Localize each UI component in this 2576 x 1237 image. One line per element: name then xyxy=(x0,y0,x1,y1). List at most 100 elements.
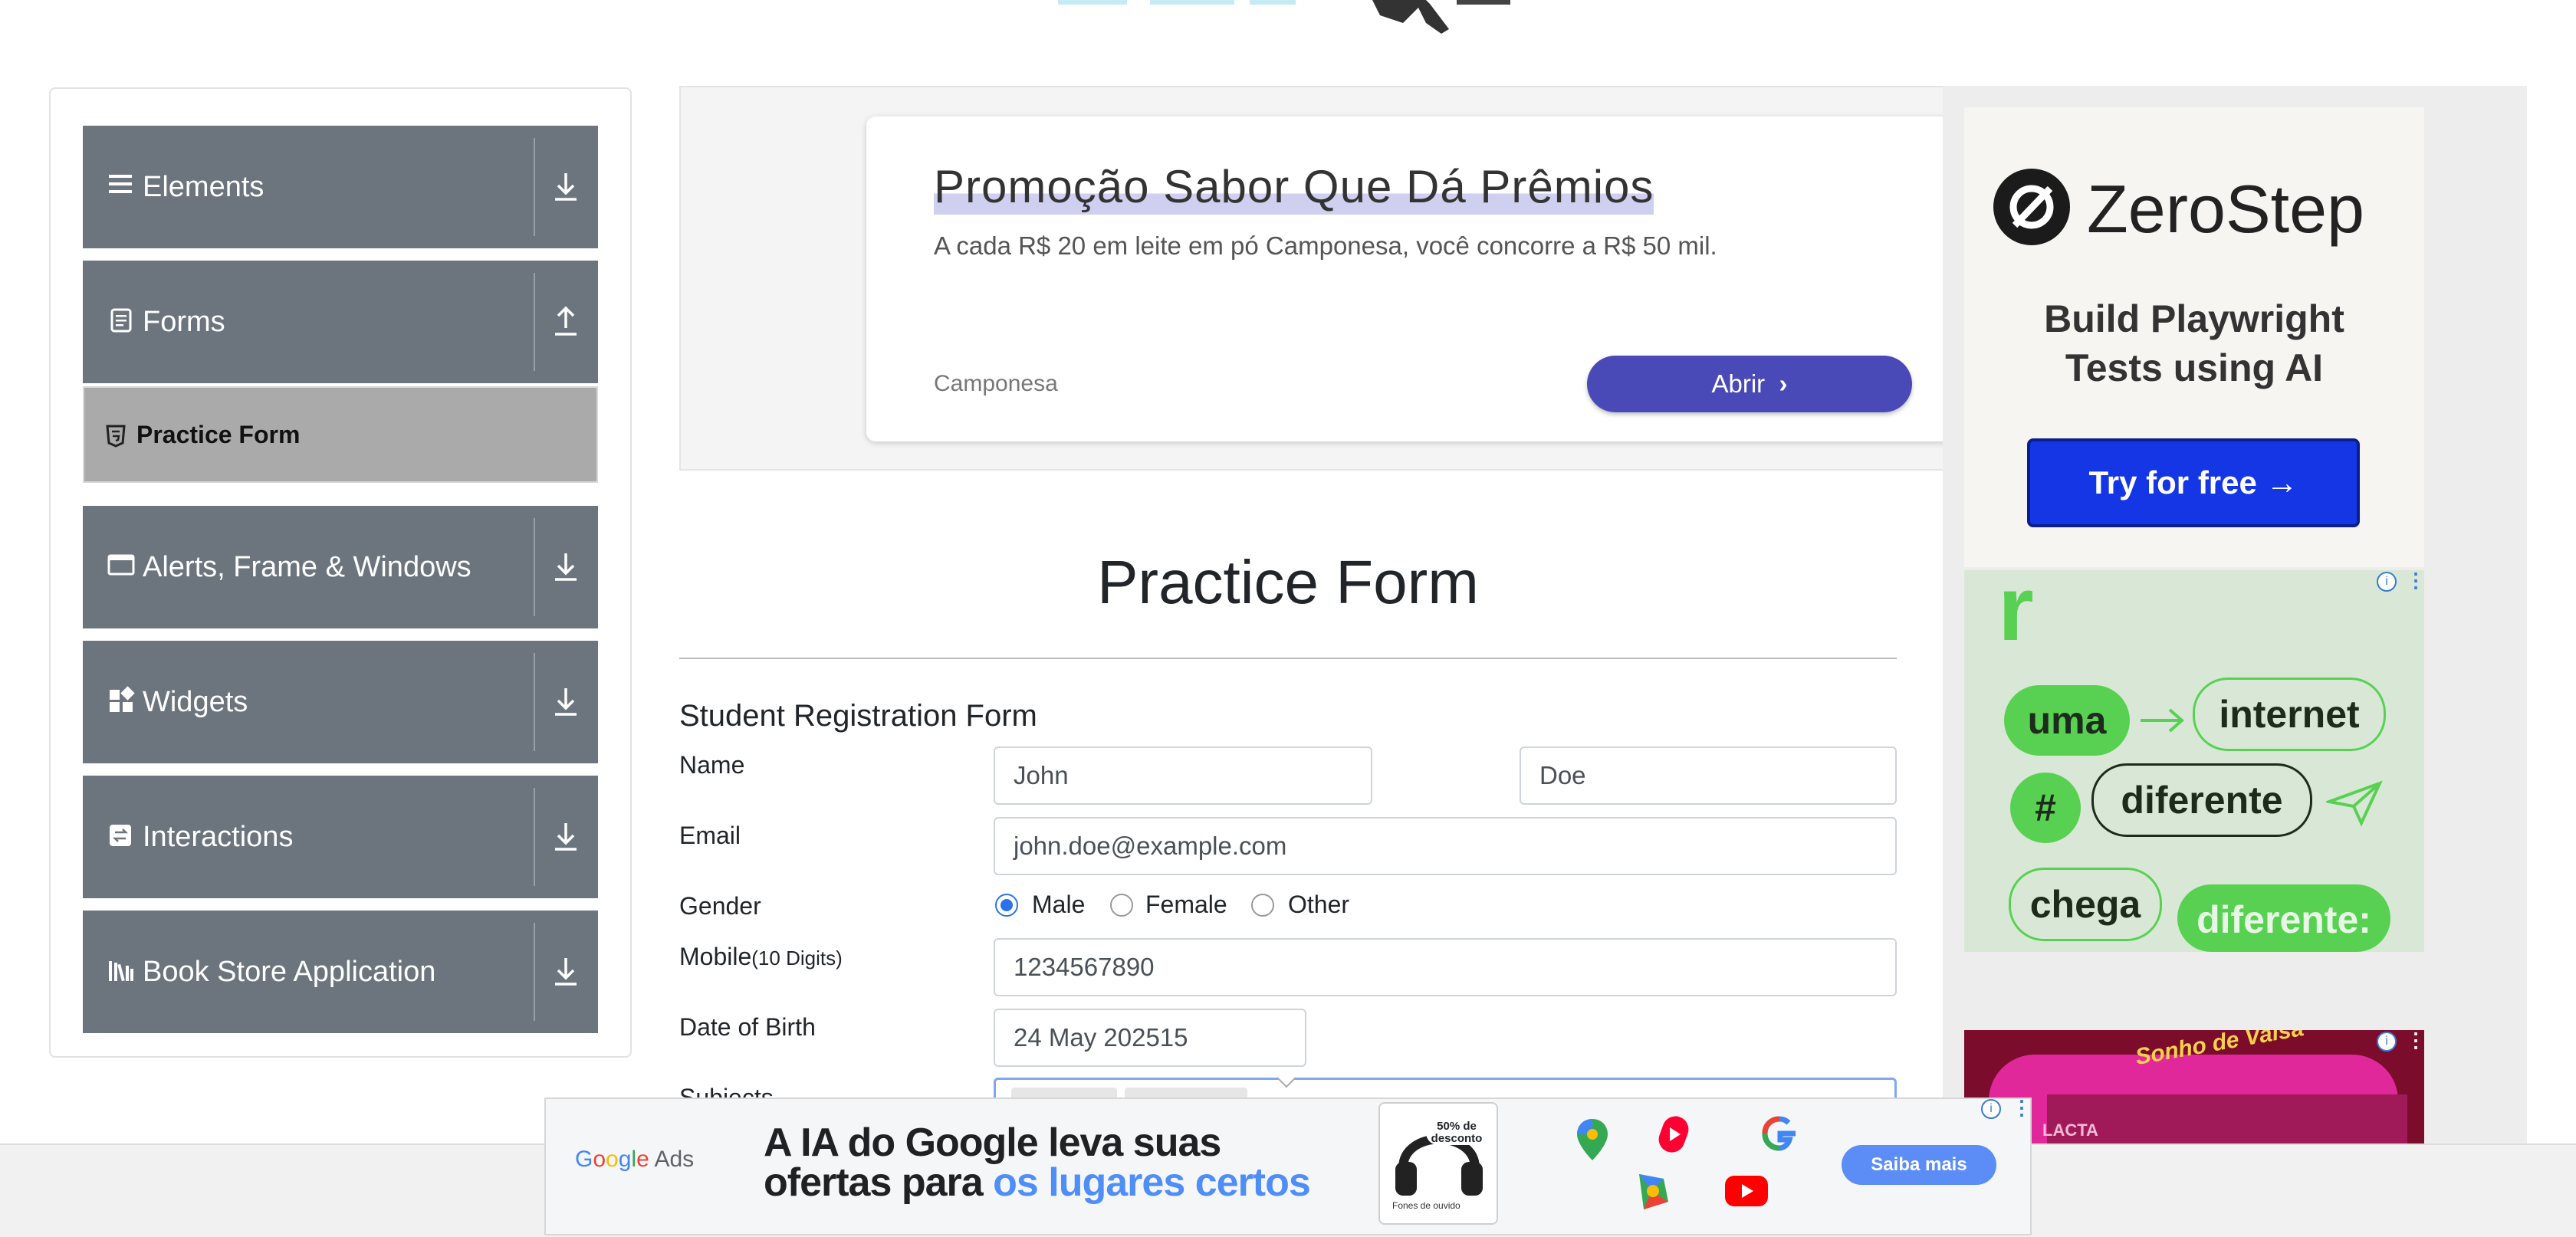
upload-arrow-icon[interactable] xyxy=(544,297,587,346)
bottom-ad-headline-2: ofertas para os lugares certos xyxy=(764,1160,1311,1205)
sidebar-group-elements[interactable]: Elements xyxy=(83,126,598,248)
download-arrow-icon[interactable] xyxy=(544,812,587,861)
ad-description: A cada R$ 20 em leite em pó Camponesa, v… xyxy=(934,231,1717,260)
zerostep-tagline: Build Playwright Tests using AI xyxy=(1964,294,2424,392)
bottom-ad-headline-1: A IA do Google leva suas xyxy=(764,1121,1221,1165)
ad-product-box xyxy=(2047,1094,2407,1143)
ad-info-icon[interactable]: i xyxy=(1981,1099,2001,1119)
divider xyxy=(534,653,535,751)
sidebar-group-book-store[interactable]: Book Store Application xyxy=(83,911,598,1033)
google-g-icon xyxy=(1762,1116,1796,1151)
divider xyxy=(534,273,535,371)
mobile-label: Mobile(10 Digits) xyxy=(679,943,843,971)
gender-male-label[interactable]: Male xyxy=(1032,891,1085,919)
arrow-right-icon xyxy=(2141,708,2185,733)
google-maps-icon xyxy=(1577,1119,1608,1160)
page-title: Practice Form xyxy=(1097,548,1479,616)
ad-word: diferente xyxy=(2091,763,2312,837)
headphones-product-card: 50% de desconto Fones de ouvido xyxy=(1378,1102,1498,1225)
divider xyxy=(534,138,535,236)
saiba-mais-button[interactable]: Saiba mais xyxy=(1842,1145,1996,1185)
gender-other-label[interactable]: Other xyxy=(1288,891,1349,919)
divider xyxy=(534,518,535,616)
divider xyxy=(534,923,535,1021)
download-arrow-icon[interactable] xyxy=(544,543,587,592)
widgets-icon xyxy=(110,686,135,712)
library-icon xyxy=(109,961,133,982)
sidebar-group-widgets[interactable]: Widgets xyxy=(83,641,598,763)
ad-menu-icon[interactable]: ⋮ xyxy=(2406,569,2426,592)
logo-letter: e xyxy=(636,1147,649,1172)
sidebar-group-label: Book Store Application xyxy=(143,956,436,988)
form-subtitle: Student Registration Form xyxy=(679,699,1037,733)
try-for-free-button[interactable]: Try for free → xyxy=(2027,438,2360,527)
sidebar-item-practice-form[interactable]: Practice Form xyxy=(83,386,598,483)
paper-plane-icon xyxy=(2326,780,2383,827)
ad-info-icon[interactable]: i xyxy=(2377,1032,2397,1052)
ad-menu-icon[interactable]: ⋮ xyxy=(2012,1096,2032,1120)
sidebar-group-interactions[interactable]: Interactions xyxy=(83,776,598,898)
gender-other-radio[interactable] xyxy=(1251,894,1274,917)
zerostep-tagline-line1: Build Playwright xyxy=(2044,297,2344,340)
first-name-input[interactable]: John xyxy=(994,746,1372,805)
ad-word: chega xyxy=(2009,868,2162,941)
sidebar-group-label: Widgets xyxy=(143,686,248,718)
youtube-shorts-icon xyxy=(1658,1116,1689,1153)
divider xyxy=(534,788,535,886)
discount-badge: 50% de desconto xyxy=(1426,1121,1487,1145)
ad-advertiser: Camponesa xyxy=(934,371,1058,396)
download-arrow-icon[interactable] xyxy=(544,162,587,212)
title-divider xyxy=(679,658,1897,659)
ad-info-icon[interactable]: i xyxy=(2377,572,2397,592)
download-arrow-icon[interactable] xyxy=(544,678,587,727)
google-ads-logo: Google Ads xyxy=(575,1147,694,1173)
sidebar-item-label: Practice Form xyxy=(136,421,301,448)
mobile-input[interactable]: 1234567890 xyxy=(994,938,1897,996)
sidebar-group-forms[interactable]: Forms xyxy=(83,261,598,383)
date-of-birth-input[interactable]: 24 May 202515 xyxy=(994,1009,1306,1067)
interactions-icon xyxy=(110,825,131,846)
headline-text: ofertas para xyxy=(764,1160,994,1205)
email-input[interactable]: john.doe@example.com xyxy=(994,817,1897,875)
chocolate-ad[interactable]: Sonho de Valsa LACTA i ⋮ xyxy=(1964,1030,2424,1143)
logo-letter: o xyxy=(606,1147,619,1172)
name-label: Name xyxy=(679,751,745,779)
sidebar-group-label: Elements xyxy=(143,171,264,203)
sidebar-group-label: Interactions xyxy=(143,821,294,853)
document-icon xyxy=(110,308,132,333)
product-caption: Fones de ouvido xyxy=(1392,1200,1460,1211)
logo-letter: o xyxy=(593,1147,606,1172)
internet-ad[interactable]: r uma internet # diferente chega diferen… xyxy=(1964,563,2426,952)
zerostep-brand: ZeroStep xyxy=(2087,171,2364,247)
html5-icon xyxy=(106,425,126,448)
ad-word: # xyxy=(2010,773,2081,843)
last-name-input[interactable]: Doe xyxy=(1520,746,1897,805)
gender-label: Gender xyxy=(679,892,761,920)
hamburger-icon xyxy=(109,175,132,193)
datepicker-caret-icon xyxy=(1276,1077,1296,1088)
youtube-icon xyxy=(1725,1176,1768,1206)
ad-menu-icon[interactable]: ⋮ xyxy=(2406,1030,2424,1052)
zerostep-logo-icon xyxy=(1993,169,2070,245)
gender-female-radio[interactable] xyxy=(1110,894,1133,917)
chevron-right-icon: › xyxy=(1772,369,1788,398)
logo-letter: g xyxy=(618,1147,632,1172)
headline-highlight: os lugares certos xyxy=(993,1160,1311,1205)
ads-label: Ads xyxy=(654,1147,695,1172)
ad-product: LACTA xyxy=(2042,1121,2098,1140)
sidebar-group-alerts[interactable]: Alerts, Frame & Windows xyxy=(83,506,598,628)
google-travel-icon xyxy=(1639,1174,1668,1209)
ad-open-label: Abrir xyxy=(1711,369,1766,398)
sidebar-group-label: Forms xyxy=(143,306,225,338)
gender-female-label[interactable]: Female xyxy=(1145,891,1227,919)
ad-logo-letter: r xyxy=(1998,557,2034,660)
ad-word: diferente: xyxy=(2177,884,2390,952)
download-arrow-icon[interactable] xyxy=(544,947,587,996)
window-icon xyxy=(107,554,135,576)
gender-male-radio[interactable] xyxy=(995,894,1018,917)
ad-title[interactable]: Promoção Sabor Que Dá Prêmios xyxy=(934,159,1654,215)
zerostep-tagline-line2: Tests using AI xyxy=(2065,346,2324,389)
site-logo[interactable] xyxy=(1043,0,1549,34)
dob-label: Date of Birth xyxy=(679,1013,816,1041)
ad-open-button[interactable]: Abrir › xyxy=(1587,356,1912,412)
